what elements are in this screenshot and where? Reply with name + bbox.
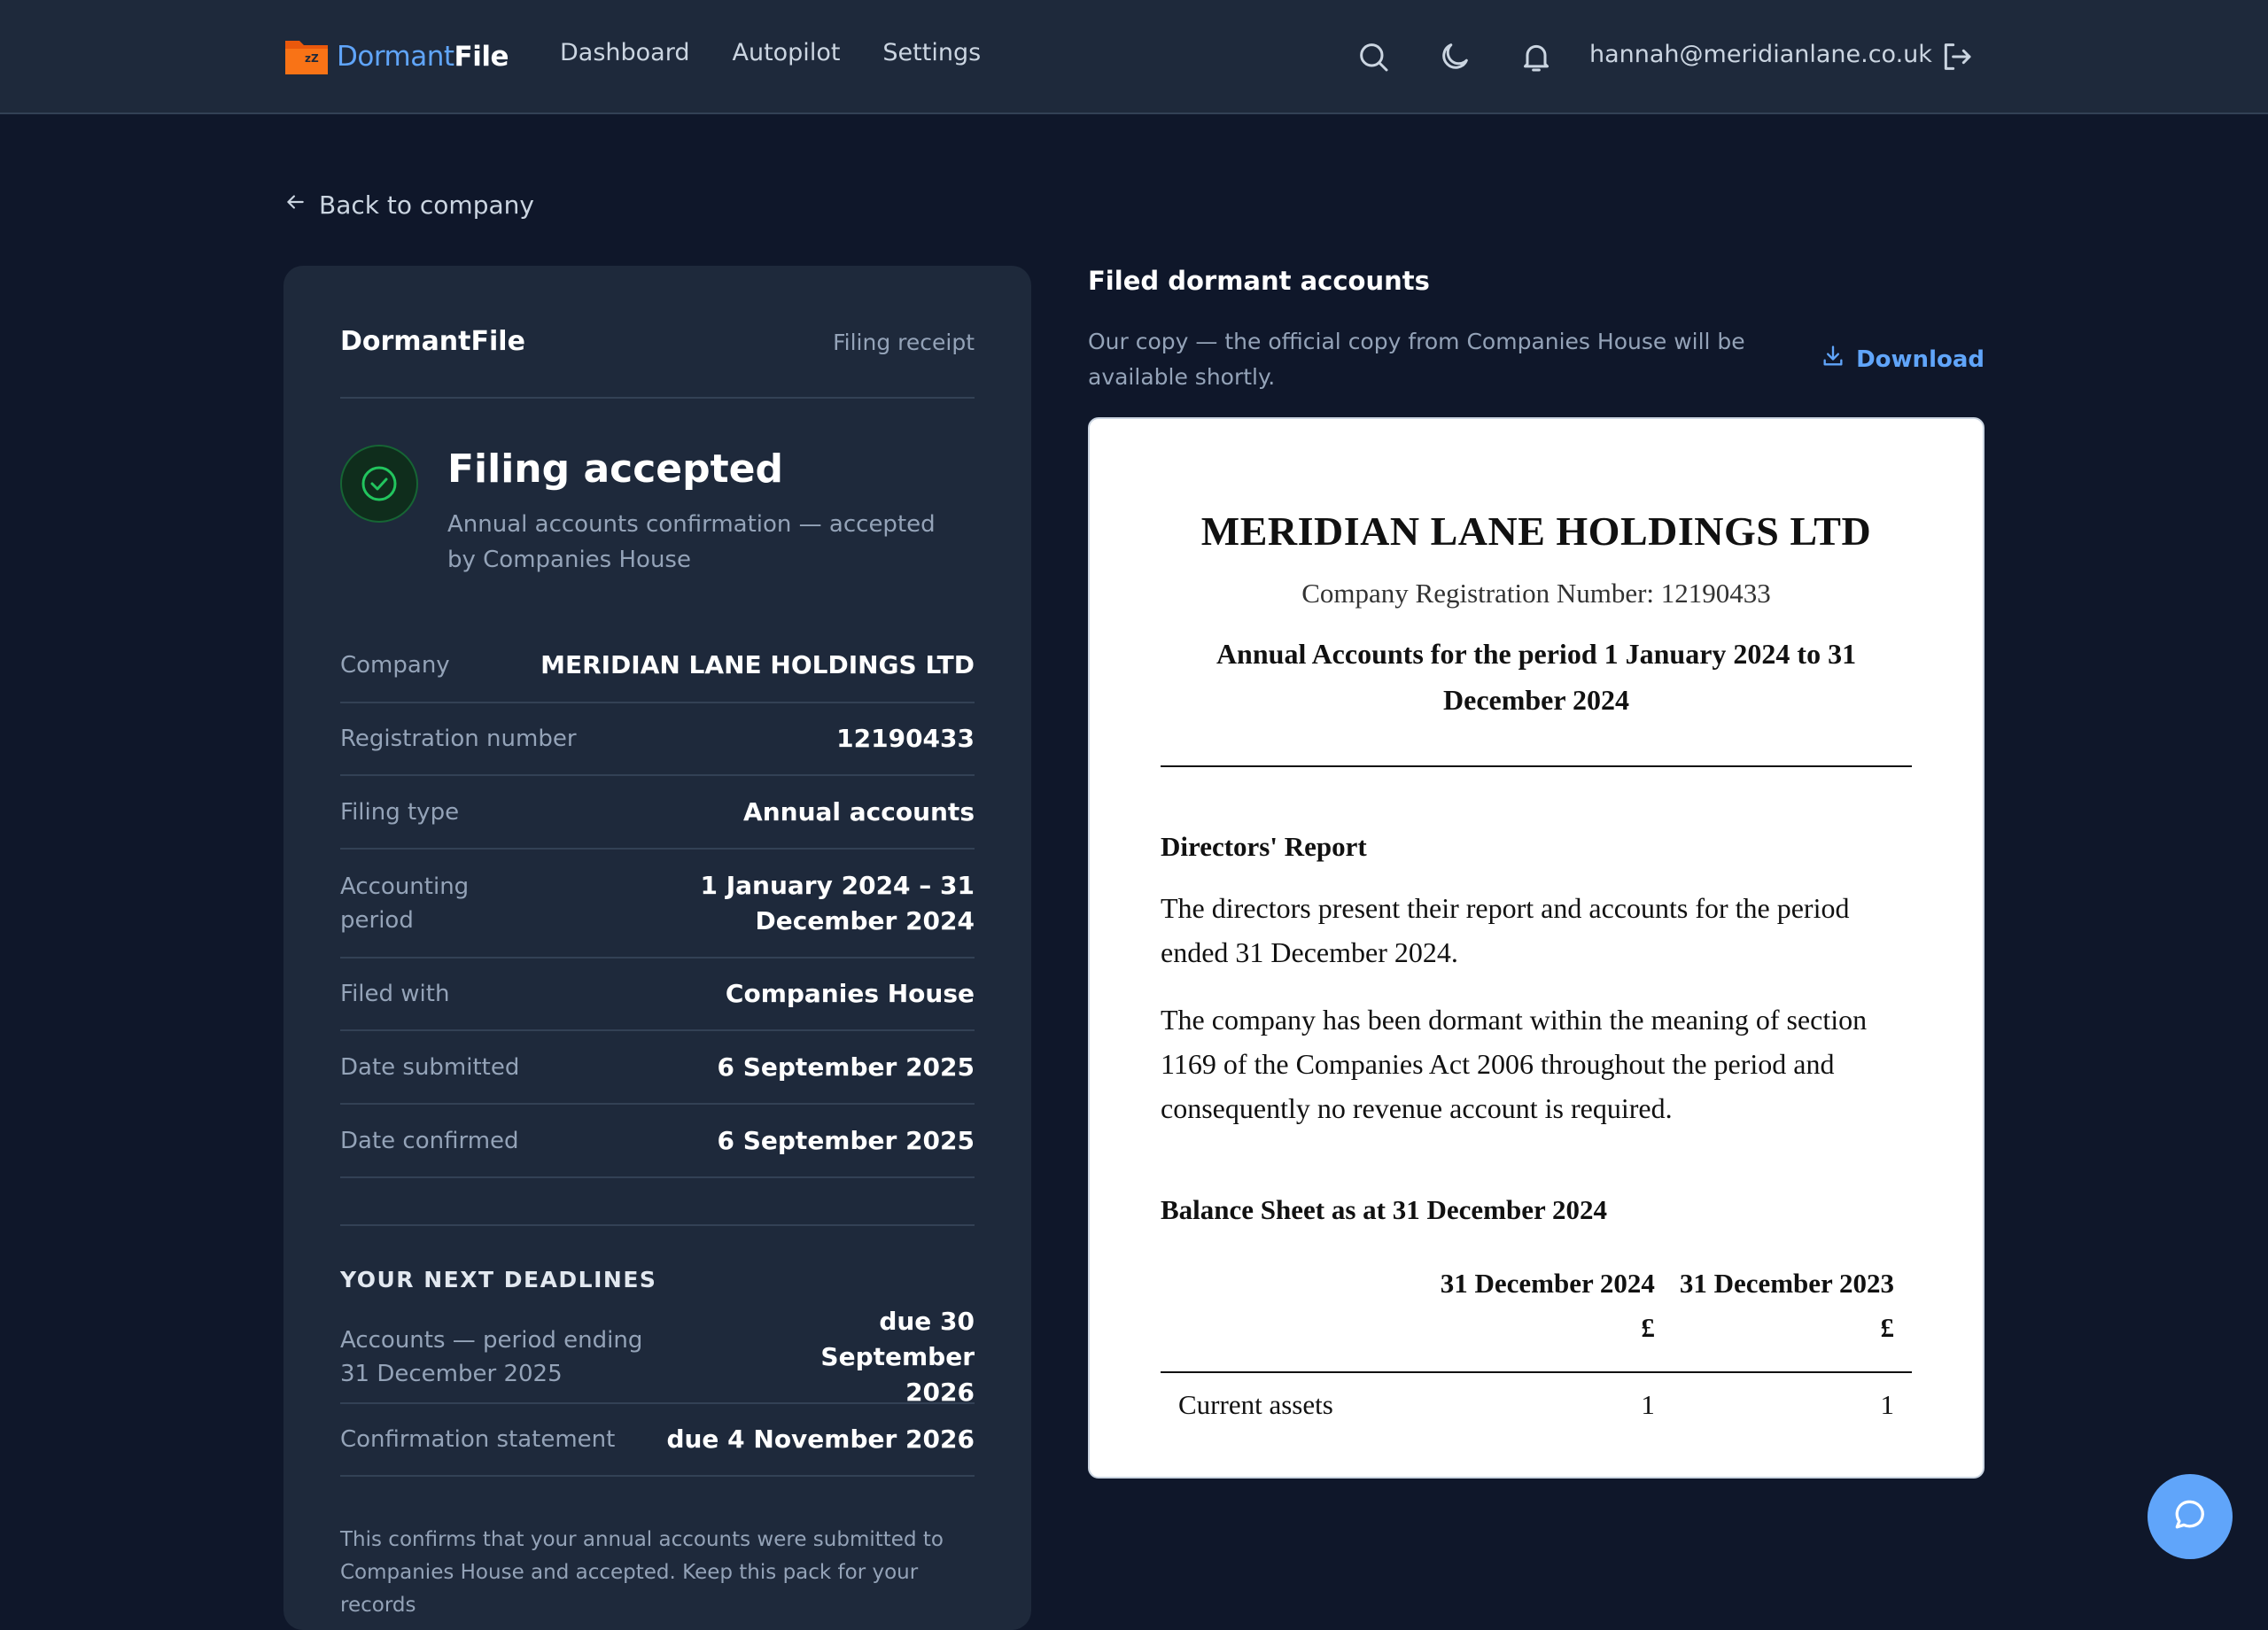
detail-value: 6 September 2025 [717,1052,975,1082]
status-subtitle: Annual accounts confirmation — accepted … [447,511,936,573]
detail-row-registration: Registration number 12190433 [340,703,975,776]
logout-icon[interactable] [1938,39,1974,74]
detail-row-date-confirmed: Date confirmed 6 September 2025 [340,1105,975,1178]
detail-row-filed-with: Filed with Companies House [340,959,975,1031]
detail-value: Annual accounts [743,796,975,827]
brand-name: DormantFile [337,41,509,73]
top-navigation-bar: zZ DormantFile Dashboard Autopilot Setti… [0,0,2268,114]
bs-col-header: 31 December 2023 £ [1655,1261,1912,1372]
bs-col-date: 31 December 2024 [1440,1268,1655,1299]
detail-row-company: Company MERIDIAN LANE HOLDINGS LTD [340,629,975,703]
accounts-document-preview[interactable]: MERIDIAN LANE HOLDINGS LTD Company Regis… [1088,417,1984,1479]
bs-row: Current assets 1 1 [1161,1372,1912,1437]
bs-row-value: 1 [1880,1389,1895,1420]
next-deadlines: YOUR NEXT DEADLINES Accounts — period en… [340,1224,975,1477]
bs-col-date: 31 December 2023 [1679,1268,1894,1299]
user-email[interactable]: hannah@meridianlane.co.uk [1589,41,1932,68]
svg-text:zZ: zZ [305,52,319,65]
balance-sheet-table: 31 December 2024 £ 31 December 2023 £ Curr… [1161,1261,1912,1437]
chat-button[interactable] [2148,1474,2233,1559]
detail-key: Company [340,652,450,679]
status-title: Filing accepted [447,446,784,492]
receipt-note: This confirms that your annual accounts … [340,1528,944,1617]
filed-accounts-subtitle: Our copy — the official copy from Compan… [1088,329,1745,390]
brand-name-part2: File [454,41,509,73]
deadline-key: Confirmation statement [340,1426,616,1453]
doc-paragraph: The directors present their report and a… [1161,892,1850,968]
folder-logo-icon: zZ [284,35,330,78]
deadline-row-accounts: Accounts — period ending 31 December 202… [340,1307,975,1407]
bs-col-currency: £ [1641,1312,1655,1343]
filing-details: Company MERIDIAN LANE HOLDINGS LTD Regis… [340,629,975,1178]
detail-key: Filed with [340,981,450,1007]
deadlines-title: YOUR NEXT DEADLINES [340,1267,657,1292]
doc-registration: Company Registration Number: 12190433 [1301,578,1771,609]
bs-col-currency: £ [1880,1312,1895,1343]
doc-company-name: MERIDIAN LANE HOLDINGS LTD [1200,508,1872,554]
detail-value: 1 January 2024 – 31 December 2024 [700,870,975,935]
detail-key: Registration number [340,726,577,752]
doc-paragraph: The company has been dormant within the … [1161,1004,1868,1124]
brand-logo[interactable]: zZ DormantFile [284,35,509,78]
nav-settings[interactable]: Settings [882,39,981,66]
doc-divider [1161,765,1912,767]
detail-value: MERIDIAN LANE HOLDINGS LTD [540,650,975,679]
detail-key: Date confirmed [340,1127,519,1154]
filing-receipt-card: DormantFile Filing receipt Filing accept… [284,266,1031,1630]
detail-value: 12190433 [836,724,975,753]
detail-row-date-submitted: Date submitted 6 September 2025 [340,1031,975,1105]
download-icon [1821,344,1845,375]
bs-row-value: 1 [1641,1389,1655,1420]
bs-col-header: 31 December 2024 £ [1418,1261,1655,1372]
receipt-label: Filing receipt [833,330,975,355]
download-label: Download [1856,345,1984,373]
back-to-company-link[interactable]: Back to company [284,190,534,220]
deadline-value: due 30 September 2026 [820,1307,975,1407]
deadline-key: Accounts — period ending 31 December 202… [340,1327,643,1387]
main-nav: Dashboard Autopilot Settings [560,39,981,66]
filed-accounts-title: Filed dormant accounts [1088,266,1430,296]
receipt-header: DormantFile Filing receipt [340,326,975,399]
brand-name-part1: Dormant [337,41,454,73]
back-link-label: Back to company [319,190,534,220]
detail-key: Accounting period [340,873,470,934]
detail-value: 6 September 2025 [717,1125,975,1155]
search-icon[interactable] [1355,39,1391,74]
download-button[interactable]: Download [1821,344,1984,375]
bell-icon[interactable] [1518,39,1554,74]
detail-row-filing-type: Filing type Annual accounts [340,776,975,850]
detail-key: Filing type [340,798,460,826]
moon-icon[interactable] [1437,39,1472,74]
receipt-brand: DormantFile [340,326,525,357]
detail-value: Companies House [725,979,975,1008]
nav-autopilot[interactable]: Autopilot [732,39,840,66]
doc-directors-heading: Directors' Report [1161,831,1367,862]
deadline-row-confirmation: Confirmation statement due 4 November 20… [340,1404,975,1477]
bs-row-label: Current assets [1178,1389,1333,1420]
deadline-value: due 4 November 2026 [666,1424,975,1454]
doc-balance-sheet-heading: Balance Sheet as at 31 December 2024 [1161,1194,1607,1225]
nav-dashboard[interactable]: Dashboard [560,39,689,66]
doc-period: Annual Accounts for the period 1 January… [1216,638,1857,716]
bs-label-header [1161,1261,1418,1372]
arrow-left-icon [284,190,307,220]
detail-row-period: Accounting period 1 January 2024 – 31 De… [340,850,975,959]
detail-key: Date submitted [340,1053,520,1081]
chat-bubble-icon [2171,1495,2210,1538]
check-circle-icon [340,445,418,523]
